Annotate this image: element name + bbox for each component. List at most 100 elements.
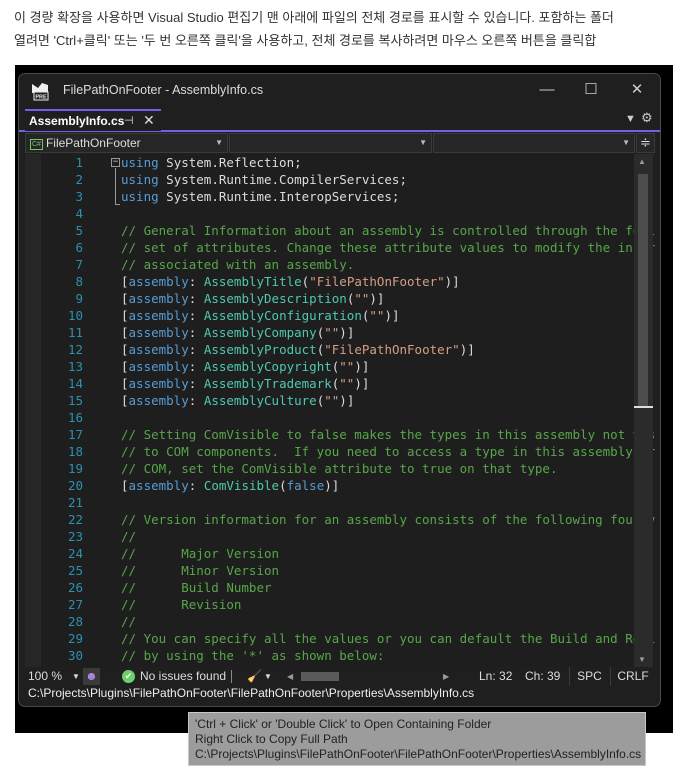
code-token: : <box>188 376 204 391</box>
code-token: : <box>188 291 204 306</box>
code-token: using <box>121 189 159 204</box>
code-cleanup-icon[interactable]: 🧹 <box>247 667 262 686</box>
split-editor-icon[interactable]: ≑ <box>636 133 655 153</box>
code-token: : <box>188 359 204 374</box>
line-number: 22 <box>67 512 83 527</box>
line-number: 3 <box>75 189 83 204</box>
svg-text:PRE: PRE <box>35 95 47 101</box>
code-line: using System.Reflection; <box>121 154 302 171</box>
indentation-mode[interactable]: SPC <box>569 667 609 686</box>
gear-icon[interactable]: ⚙ <box>641 110 653 126</box>
code-line: [assembly: ComVisible(false)] <box>121 477 339 494</box>
maximize-button[interactable]: ☐ <box>569 78 613 102</box>
intro-line-2: 열려면 'Ctrl+클릭' 또는 '두 번 오른쪽 클릭'을 사용하고, 전체 … <box>14 33 597 48</box>
tab-assemblyinfo[interactable]: AssemblyInfo.cs ⊣ ✕ <box>25 109 161 131</box>
code-token: // Revision <box>121 597 242 612</box>
tab-label: AssemblyInfo.cs <box>29 114 125 128</box>
vs-window: PRE FilePathOnFooter - AssemblyInfo.cs —… <box>18 73 661 707</box>
line-number: 13 <box>67 359 83 374</box>
member-dropdown[interactable]: ▼ <box>433 133 635 153</box>
chevron-down-icon: ▼ <box>215 138 223 147</box>
code-token: [ <box>121 325 129 340</box>
code-line: // Major Version <box>121 545 279 562</box>
line-number: 19 <box>67 461 83 476</box>
vertical-scrollbar[interactable]: ▲ ▼ <box>634 154 653 667</box>
scrollbar-thumb[interactable] <box>638 174 648 406</box>
tab-list-dropdown-icon[interactable]: ▼ <box>625 113 636 125</box>
code-line: [assembly: AssemblyCopyright("")] <box>121 358 369 375</box>
zoom-level[interactable]: 100 % <box>28 667 62 686</box>
code-token: assembly <box>128 376 189 391</box>
column-number[interactable]: Ch: 39 <box>525 667 560 686</box>
code-token: // set of attributes. Change these attri… <box>121 240 655 255</box>
divider <box>231 670 232 683</box>
line-number[interactable]: Ln: 32 <box>479 667 512 686</box>
title-bar[interactable]: PRE FilePathOnFooter - AssemblyInfo.cs —… <box>19 74 660 107</box>
line-number: 28 <box>67 614 83 629</box>
line-ending[interactable]: CRLF <box>610 667 655 686</box>
line-number: 18 <box>67 444 83 459</box>
window-title: FilePathOnFooter - AssemblyInfo.cs <box>63 83 264 97</box>
code-token: [ <box>121 342 129 357</box>
code-line: // Build Number <box>121 579 272 596</box>
code-line: using System.Runtime.CompilerServices; <box>121 171 407 188</box>
scroll-left-icon[interactable]: ◀ <box>287 667 293 686</box>
code-line: // by using the '*' as shown below: <box>121 647 384 664</box>
line-number: 27 <box>67 597 83 612</box>
minimize-button[interactable]: — <box>525 78 569 102</box>
code-token: assembly <box>128 325 189 340</box>
code-token: ComVisible <box>203 478 280 493</box>
scroll-down-icon[interactable]: ▼ <box>638 655 646 664</box>
copilot-icon[interactable]: ☻ <box>83 668 100 685</box>
code-token: )] <box>324 478 340 493</box>
line-number: 17 <box>67 427 83 442</box>
code-line: [assembly: AssemblyTrademark("")] <box>121 375 369 392</box>
editor-status-bar: 100 % ▼ ☻ ✔ No issues found 🧹 ▼ ◀ ▶ Ln: … <box>25 667 655 686</box>
navigation-bar: C# FilePathOnFooter ▼ ▼ ▼ ≑ <box>25 133 655 153</box>
code-token: : <box>188 342 204 357</box>
vs-preview-logo-icon: PRE <box>32 83 49 101</box>
horizontal-scrollbar-thumb[interactable] <box>301 672 339 681</box>
code-token: "" <box>339 376 355 391</box>
line-number: 10 <box>67 308 83 323</box>
code-token: AssemblyTrademark <box>203 376 332 391</box>
code-line: [assembly: AssemblyCompany("")] <box>121 324 354 341</box>
tooltip-line-3: C:\Projects\Plugins\FilePathOnFooter\Fil… <box>195 747 642 761</box>
code-token: assembly <box>128 359 189 374</box>
scroll-right-icon[interactable]: ▶ <box>443 667 449 686</box>
line-number: 30 <box>67 648 83 663</box>
close-window-button[interactable]: ✕ <box>615 78 659 102</box>
pin-icon[interactable]: ⊣ <box>124 114 134 127</box>
code-line: [assembly: AssemblyTitle("FilePathOnFoot… <box>121 273 460 290</box>
type-dropdown[interactable]: ▼ <box>229 133 432 153</box>
indicator-margin <box>25 154 41 667</box>
code-token: "" <box>339 359 355 374</box>
code-token: System.Reflection; <box>158 155 302 170</box>
code-editor[interactable]: − 1 using System.Reflection; 2 using System… <box>25 154 655 667</box>
zoom-dropdown-icon[interactable]: ▼ <box>72 667 80 686</box>
scroll-up-icon[interactable]: ▲ <box>638 157 646 166</box>
footer-file-path[interactable]: C:\Projects\Plugins\FilePathOnFooter\Fil… <box>25 686 655 702</box>
line-number: 5 <box>75 223 83 238</box>
code-line: // associated with an assembly. <box>121 256 354 273</box>
code-token: System.Runtime.InteropServices; <box>158 189 400 204</box>
line-number: 14 <box>67 376 83 391</box>
line-number: 11 <box>67 325 83 340</box>
code-token: ( <box>279 478 287 493</box>
line-number: 6 <box>75 240 83 255</box>
code-token: "FilePathOnFooter" <box>309 274 445 289</box>
code-token: [ <box>121 376 129 391</box>
csharp-icon: C# <box>30 139 43 150</box>
code-token: : <box>188 308 204 323</box>
code-token: )] <box>339 325 355 340</box>
close-tab-icon[interactable]: ✕ <box>143 112 155 129</box>
code-token: assembly <box>128 393 189 408</box>
collapse-icon[interactable]: − <box>111 158 120 167</box>
code-line: // Setting ComVisible to false makes the… <box>121 426 655 443</box>
line-number: 8 <box>75 274 83 289</box>
code-line: // <box>121 613 136 630</box>
intro-line-1: 이 경량 확장을 사용하면 Visual Studio 편집기 맨 아래에 파일… <box>14 10 614 25</box>
issues-status[interactable]: No issues found <box>140 667 226 686</box>
chevron-down-icon[interactable]: ▼ <box>264 667 272 686</box>
project-dropdown[interactable]: C# FilePathOnFooter ▼ <box>25 133 228 153</box>
